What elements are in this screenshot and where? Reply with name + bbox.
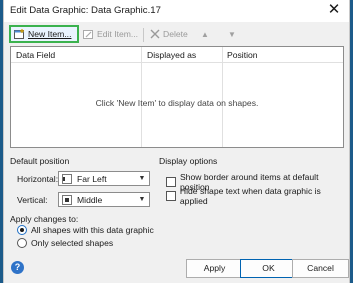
delete-icon <box>150 29 160 39</box>
hide-shape-text-label: Hide shape text when data graphic is app… <box>179 186 321 206</box>
middle-position-icon <box>62 194 72 205</box>
arrow-up-icon: ▲ <box>201 29 209 39</box>
radio-selected-shapes-dot[interactable] <box>17 238 27 248</box>
vertical-label: Vertical: <box>17 195 48 205</box>
vertical-position-select[interactable]: Middle ▼ <box>58 192 150 207</box>
title-bar: Edit Data Graphic: Data Graphic.17 ✕ <box>4 0 349 22</box>
edit-item-label: Edit Item... <box>97 29 139 39</box>
apply-button[interactable]: Apply <box>186 259 243 278</box>
empty-list-message: Click 'New Item' to display data on shap… <box>95 98 259 108</box>
edit-item-icon <box>83 29 93 39</box>
close-icon[interactable]: ✕ <box>327 2 341 17</box>
delete-label: Delete <box>163 29 188 39</box>
list-header: Data Field Displayed as Position <box>11 47 343 63</box>
move-up-button[interactable]: ▲ <box>201 25 209 43</box>
column-header-data-field[interactable]: Data Field <box>16 50 55 60</box>
horizontal-value: Far Left <box>77 173 107 184</box>
vertical-value: Middle <box>77 194 103 205</box>
far-left-position-icon <box>62 173 72 184</box>
radio-all-shapes[interactable]: All shapes with this data graphic <box>17 225 154 235</box>
chevron-down-icon: ▼ <box>138 175 146 182</box>
delete-button[interactable]: Delete <box>150 25 188 43</box>
radio-all-shapes-label: All shapes with this data graphic <box>31 225 154 235</box>
help-icon[interactable]: ? <box>11 261 24 274</box>
column-divider <box>141 47 142 147</box>
horizontal-label: Horizontal: <box>17 174 59 184</box>
hide-shape-text-checkbox-box[interactable] <box>166 191 176 201</box>
apply-changes-heading: Apply changes to: <box>10 214 79 224</box>
horizontal-position-select[interactable]: Far Left ▼ <box>58 171 150 186</box>
edit-item-button[interactable]: Edit Item... <box>83 25 138 43</box>
dialog-title: Edit Data Graphic: Data Graphic.17 <box>10 5 161 16</box>
hide-shape-text-checkbox[interactable]: Hide shape text when data graphic is app… <box>166 186 349 206</box>
edit-data-graphic-dialog: Edit Data Graphic: Data Graphic.17 ✕ New… <box>3 0 350 283</box>
ok-button[interactable]: OK <box>240 259 297 278</box>
column-divider <box>222 47 223 147</box>
radio-all-shapes-dot[interactable] <box>17 225 27 235</box>
new-item-content: New Item... <box>14 28 72 40</box>
new-item-label: New Item... <box>28 29 72 39</box>
display-options-heading: Display options <box>159 156 218 166</box>
radio-selected-shapes-label: Only selected shapes <box>31 238 114 248</box>
data-items-list[interactable]: Data Field Displayed as Position Click '… <box>10 46 344 148</box>
radio-selected-shapes[interactable]: Only selected shapes <box>17 238 113 248</box>
column-header-displayed-as[interactable]: Displayed as <box>147 50 196 60</box>
column-header-position[interactable]: Position <box>227 50 258 60</box>
new-item-icon <box>14 28 24 39</box>
cancel-button[interactable]: Cancel <box>292 259 349 278</box>
toolbar: New Item... Edit Item... Delete ▲ ▼ <box>4 22 349 46</box>
arrow-down-icon: ▼ <box>228 29 236 39</box>
default-position-heading: Default position <box>10 156 70 166</box>
new-item-button[interactable]: New Item... <box>9 25 79 43</box>
toolbar-separator <box>143 28 144 42</box>
chevron-down-icon: ▼ <box>138 196 146 203</box>
move-down-button[interactable]: ▼ <box>228 25 236 43</box>
